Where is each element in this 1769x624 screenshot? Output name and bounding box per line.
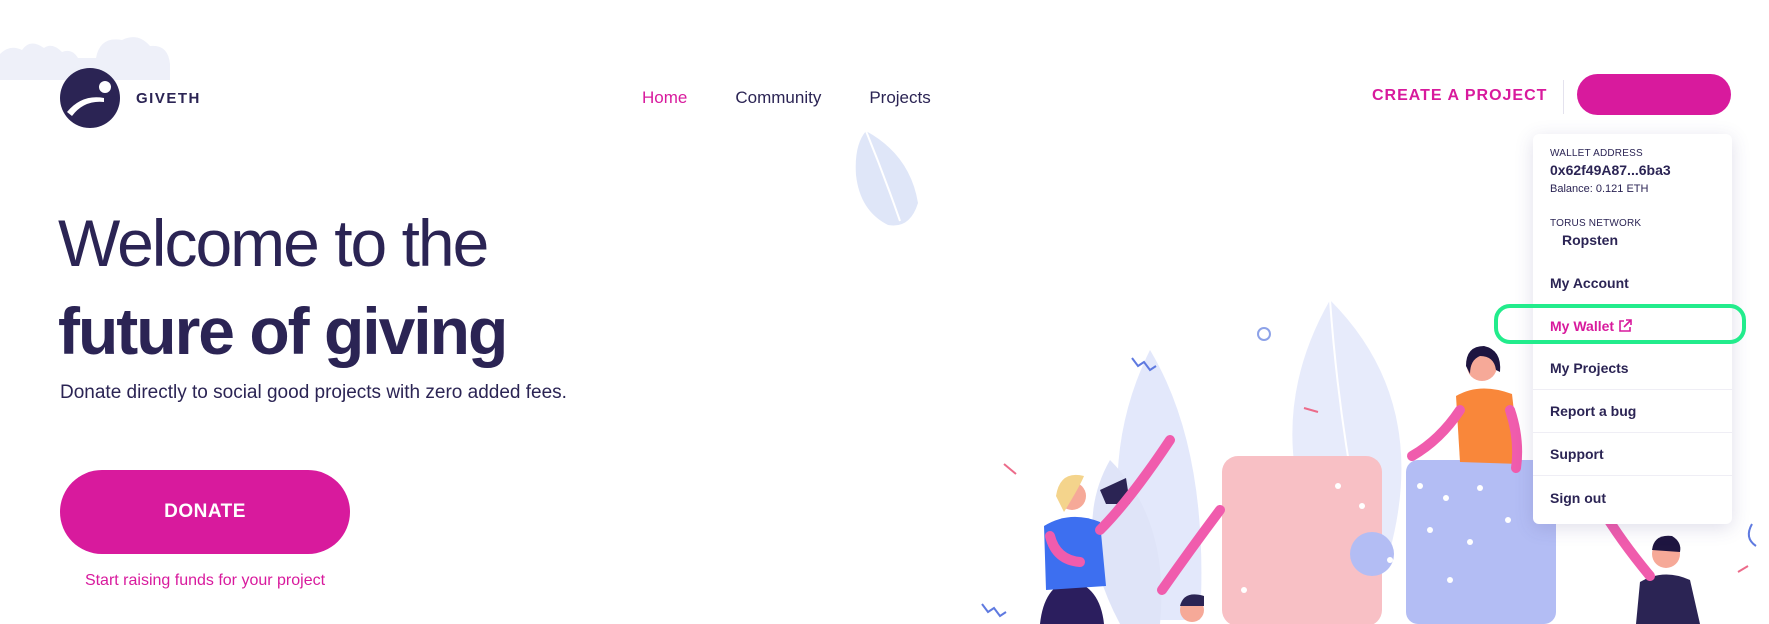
menu-item-report-bug[interactable]: Report a bug — [1533, 390, 1732, 433]
highlight-annotation — [1494, 304, 1746, 344]
leaf-decoration — [855, 130, 918, 226]
hero-title-line1: Welcome to the — [58, 206, 489, 280]
menu-item-label: My Account — [1550, 274, 1629, 291]
network-label: TORUS NETWORK — [1550, 218, 1642, 229]
menu-item-label: Sign out — [1550, 489, 1606, 506]
ring-deco — [1257, 327, 1271, 341]
menu-item-support[interactable]: Support — [1533, 433, 1732, 476]
giveth-logo[interactable]: GIVETH — [60, 68, 201, 128]
nav-community[interactable]: Community — [735, 88, 821, 108]
create-project-button[interactable]: CREATE A PROJECT — [1372, 87, 1547, 105]
menu-item-label: My Projects — [1550, 360, 1629, 376]
hero-subtitle: Donate directly to social good projects … — [60, 382, 567, 403]
raise-funds-link[interactable]: Start raising funds for your project — [60, 572, 350, 590]
network-name: Ropsten — [1562, 232, 1618, 248]
wallet-address: 0x62f49A87...6ba3 — [1550, 162, 1671, 178]
hero-title-line2: future of giving — [58, 294, 508, 368]
menu-item-label: Support — [1550, 446, 1604, 462]
network-info: TORUS NETWORK Ropsten — [1550, 218, 1641, 248]
donate-button[interactable]: DONATE — [60, 470, 350, 554]
menu-item-sign-out[interactable]: Sign out — [1533, 476, 1732, 519]
header-divider — [1563, 80, 1564, 114]
nav-projects[interactable]: Projects — [869, 88, 930, 108]
main-nav: Home Community Projects — [642, 88, 931, 108]
nav-home[interactable]: Home — [642, 88, 687, 108]
giveth-logo-icon — [60, 68, 120, 128]
user-menu-button[interactable] — [1577, 74, 1731, 115]
wallet-address-label: WALLET ADDRESS — [1550, 148, 1643, 159]
wallet-info: WALLET ADDRESS 0x62f49A87...6ba3 Balance… — [1550, 148, 1671, 195]
menu-item-my-account[interactable]: My Account — [1533, 261, 1732, 304]
wallet-balance: Balance: 0.121 ETH — [1550, 183, 1649, 195]
logo-text: GIVETH — [136, 89, 201, 107]
menu-item-label: Report a bug — [1550, 403, 1637, 419]
menu-item-my-projects[interactable]: My Projects — [1533, 347, 1732, 390]
